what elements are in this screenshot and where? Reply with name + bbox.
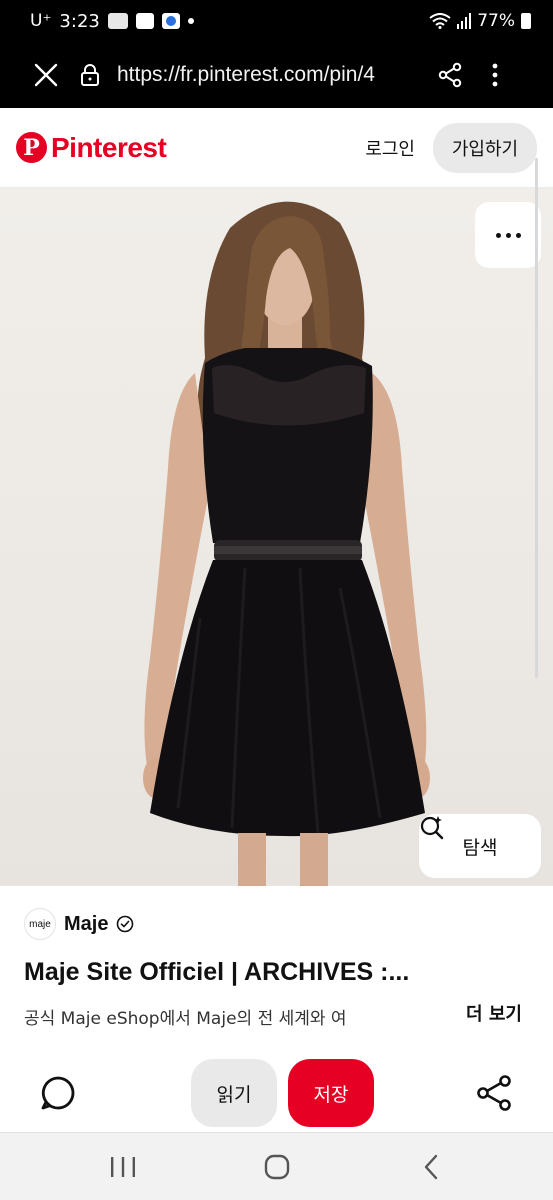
visual-search-icon	[420, 816, 444, 840]
pin-description: 공식 Maje eShop에서 Maje의 전 세계와 여	[24, 1009, 347, 1029]
pinterest-header: P Pinterest 로그인 가입하기	[0, 108, 553, 188]
signal-icon	[457, 13, 472, 29]
dot-icon	[187, 18, 194, 24]
read-button[interactable]: 읽기	[191, 1059, 277, 1127]
recent-apps-icon[interactable]	[108, 1155, 138, 1179]
comment-button[interactable]	[38, 1073, 78, 1113]
home-icon[interactable]	[263, 1153, 291, 1181]
more-dot	[505, 232, 511, 238]
creator-name: Maje	[64, 912, 109, 935]
webtoon-icon	[107, 13, 128, 29]
wifi-icon	[429, 13, 451, 29]
verified-check-icon	[117, 915, 134, 933]
square-icon	[135, 13, 154, 29]
more-vertical-icon	[492, 63, 498, 87]
pin-title[interactable]: Maje Site Officiel | ARCHIVES :...	[24, 958, 464, 987]
login-button[interactable]: 로그인	[353, 127, 427, 169]
battery-label: 77%	[477, 11, 515, 31]
save-button[interactable]: 저장	[288, 1059, 374, 1127]
battery-icon	[521, 13, 531, 29]
page-scrollbar[interactable]	[535, 158, 538, 678]
status-left: U⁺ 3:23	[30, 11, 194, 32]
browser-url-bar: https://fr.pinterest.com/pin/4	[0, 42, 553, 108]
browser-menu-button[interactable]	[485, 58, 505, 92]
share-icon	[477, 1075, 511, 1111]
more-dot	[515, 232, 521, 238]
status-right: 77%	[429, 11, 531, 31]
more-dot	[495, 232, 501, 238]
dress-photo	[143, 201, 430, 886]
pin-image[interactable]: 탐색	[0, 188, 553, 886]
pin-action-bar: 읽기 저장	[0, 1056, 553, 1132]
close-tab-button[interactable]	[29, 58, 63, 92]
creator-row[interactable]: maje Maje	[24, 908, 134, 940]
avatar: maje	[24, 908, 56, 940]
pin-more-options-button[interactable]	[475, 202, 541, 268]
paw-icon	[161, 13, 180, 29]
pinterest-logo[interactable]: P Pinterest	[16, 131, 167, 164]
carrier-label: U⁺	[30, 11, 52, 31]
system-nav-bar	[0, 1132, 553, 1200]
status-bar: U⁺ 3:23 77%	[0, 0, 553, 42]
url-field[interactable]: https://fr.pinterest.com/pin/4	[117, 63, 417, 87]
status-time: 3:23	[59, 10, 100, 32]
pinterest-logo-text: Pinterest	[51, 131, 167, 163]
explore-label: 탐색	[462, 836, 498, 859]
explore-button[interactable]: 탐색	[419, 814, 541, 878]
lock-icon[interactable]	[77, 60, 103, 90]
back-icon[interactable]	[420, 1153, 444, 1181]
signup-button[interactable]: 가입하기	[433, 122, 537, 173]
close-icon	[34, 63, 58, 87]
pinterest-p-icon: P	[16, 132, 47, 163]
share-icon	[438, 62, 462, 88]
see-more-link[interactable]: 더 보기	[466, 1000, 522, 1026]
pin-info: maje Maje Maje Site Officiel | ARCHIVES …	[0, 886, 553, 1056]
share-pin-button[interactable]	[474, 1073, 514, 1113]
comment-icon	[41, 1076, 75, 1110]
share-page-button[interactable]	[433, 58, 467, 92]
